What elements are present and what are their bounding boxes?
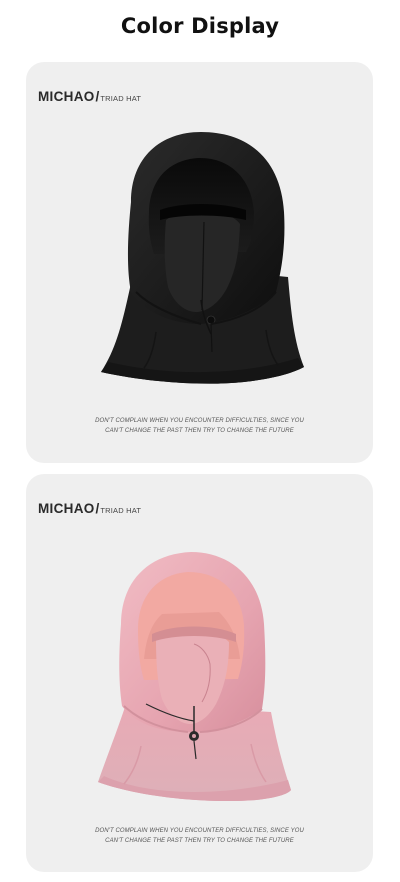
black-hood-image bbox=[101, 132, 304, 384]
product-card-pink: MICHAO / TRIAD HAT DON'T COMPLAIN WHEN Y… bbox=[26, 474, 373, 872]
product-card-black: MICHAO / TRIAD HAT DON'T COMPLAIN WHEN Y… bbox=[26, 62, 373, 463]
caption-line: DON'T COMPLAIN WHEN YOU ENCOUNTER DIFFIC… bbox=[95, 828, 304, 834]
product-caption: DON'T COMPLAIN WHEN YOU ENCOUNTER DIFFIC… bbox=[26, 826, 373, 846]
pink-hood-image bbox=[98, 552, 291, 802]
caption-line: CAN'T CHANGE THE PAST THEN TRY TO CHANGE… bbox=[105, 838, 294, 844]
caption-line: DON'T COMPLAIN WHEN YOU ENCOUNTER DIFFIC… bbox=[95, 418, 304, 424]
page-title: Color Display bbox=[120, 14, 280, 38]
product-caption: DON'T COMPLAIN WHEN YOU ENCOUNTER DIFFIC… bbox=[26, 416, 373, 436]
caption-line: CAN'T CHANGE THE PAST THEN TRY TO CHANGE… bbox=[105, 428, 294, 434]
